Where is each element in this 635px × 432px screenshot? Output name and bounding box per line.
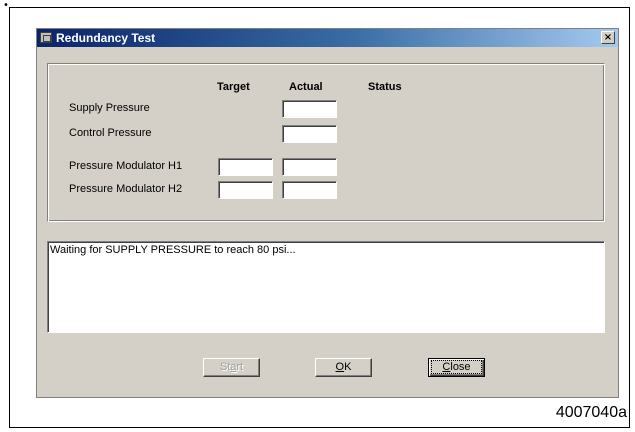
pressure-group: Target Actual Status Supply Pressure Con… [47, 63, 605, 222]
ok-button[interactable]: OK [315, 358, 372, 377]
row-label-control-pressure: Control Pressure [69, 127, 152, 139]
ok-label-post: K [344, 361, 352, 373]
row-label-supply-pressure: Supply Pressure [69, 102, 150, 114]
row-label-pressure-modulator-h2: Pressure Modulator H2 [69, 183, 183, 195]
ok-label-accel: O [335, 361, 345, 373]
modulator-h2-actual-field [282, 181, 337, 199]
row-label-pressure-modulator-h1: Pressure Modulator H1 [69, 160, 183, 172]
close-icon[interactable]: × [601, 31, 615, 44]
dialog-title: Redundancy Test [56, 31, 156, 45]
redundancy-test-dialog: Redundancy Test × Target Actual Status S… [36, 28, 619, 398]
start-label-post: rt [236, 361, 244, 373]
corner-mark: • [3, 0, 9, 11]
status-log[interactable]: Waiting for SUPPLY PRESSURE to reach 80 … [47, 241, 605, 333]
start-button[interactable]: Start [203, 358, 260, 377]
start-label-pre: St [219, 361, 231, 373]
close-button[interactable]: Close [428, 358, 485, 377]
column-header-status: Status [368, 81, 402, 93]
close-label-post: lose [450, 361, 471, 373]
figure-id: 4007040a [555, 404, 627, 421]
column-header-actual: Actual [289, 81, 323, 93]
control-pressure-actual-field [282, 125, 337, 143]
app-icon [40, 32, 52, 43]
close-button-focus: Close [431, 360, 482, 374]
modulator-h1-target-field [218, 158, 273, 176]
supply-pressure-actual-field [282, 100, 337, 118]
title-bar[interactable]: Redundancy Test × [37, 29, 618, 47]
modulator-h2-target-field [218, 181, 273, 199]
modulator-h1-actual-field [282, 158, 337, 176]
column-header-target: Target [217, 81, 250, 93]
